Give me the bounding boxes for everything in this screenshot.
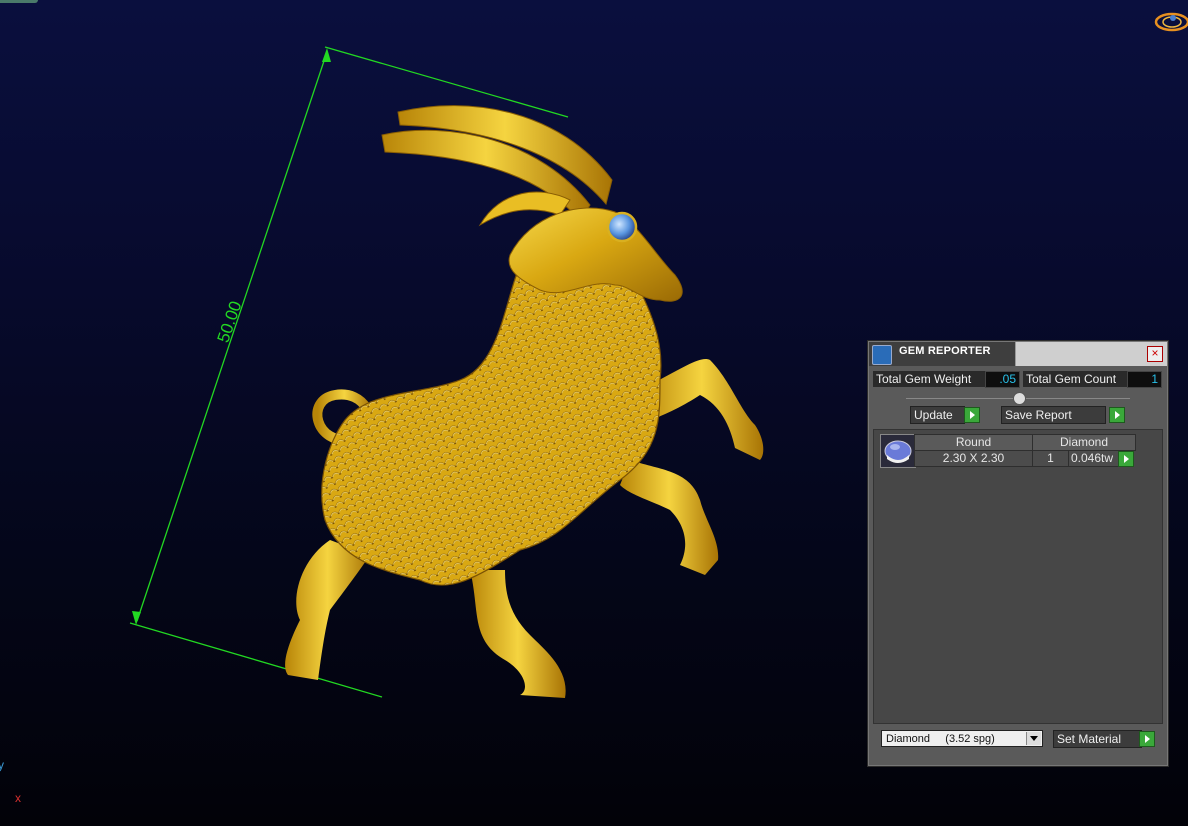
- update-button[interactable]: Update: [910, 406, 965, 424]
- gem-list[interactable]: Round Diamond 2.30 X 2.30 1 0.046tw: [873, 429, 1163, 724]
- total-gem-count-label: Total Gem Count: [1023, 371, 1128, 387]
- view-cube-icon[interactable]: [1154, 12, 1188, 32]
- close-button[interactable]: ×: [1147, 346, 1163, 362]
- chevron-down-icon[interactable]: [1026, 732, 1041, 745]
- material-select-value: Diamond (3.52 spg): [886, 733, 995, 745]
- set-material-button[interactable]: Set Material: [1053, 730, 1142, 748]
- panel-titlebar[interactable]: GEM REPORTER ×: [869, 342, 1167, 366]
- save-report-go-icon[interactable]: [1109, 407, 1125, 423]
- round-diamond-icon: [884, 440, 912, 463]
- gem-reporter-panel: GEM REPORTER × Total Gem Weight .05 Tota…: [867, 340, 1169, 767]
- material-row: Diamond (3.52 spg) Set Material: [873, 727, 1161, 759]
- panel-title-tab[interactable]: GEM REPORTER: [869, 342, 1016, 366]
- total-gem-weight-value: .05: [985, 371, 1020, 388]
- axis-y-label: y: [0, 758, 4, 772]
- gem-reporter-icon: [872, 345, 892, 365]
- gem-count-cell: 1: [1032, 450, 1069, 467]
- total-gem-weight-label: Total Gem Weight: [873, 371, 985, 387]
- gem-row-go-icon[interactable]: [1118, 451, 1134, 467]
- save-report-button[interactable]: Save Report: [1001, 406, 1106, 424]
- goat-pendant-model[interactable]: [285, 105, 764, 698]
- col-header-shape: Round: [914, 434, 1033, 451]
- update-go-icon[interactable]: [964, 407, 980, 423]
- axis-x-label: x: [15, 791, 21, 805]
- round-gem-thumbnail[interactable]: [880, 434, 916, 468]
- gem-stone-icon: [606, 211, 638, 243]
- col-header-material: Diamond: [1032, 434, 1136, 451]
- divider-slider-handle[interactable]: [1013, 392, 1026, 405]
- material-select[interactable]: Diamond (3.52 spg): [881, 730, 1043, 747]
- total-gem-count-value: 1: [1127, 371, 1162, 388]
- set-material-go-icon[interactable]: [1139, 731, 1155, 747]
- gem-weight-cell: 0.046tw: [1068, 450, 1120, 467]
- panel-title: GEM REPORTER: [899, 345, 991, 357]
- gem-size-cell: 2.30 X 2.30: [914, 450, 1033, 467]
